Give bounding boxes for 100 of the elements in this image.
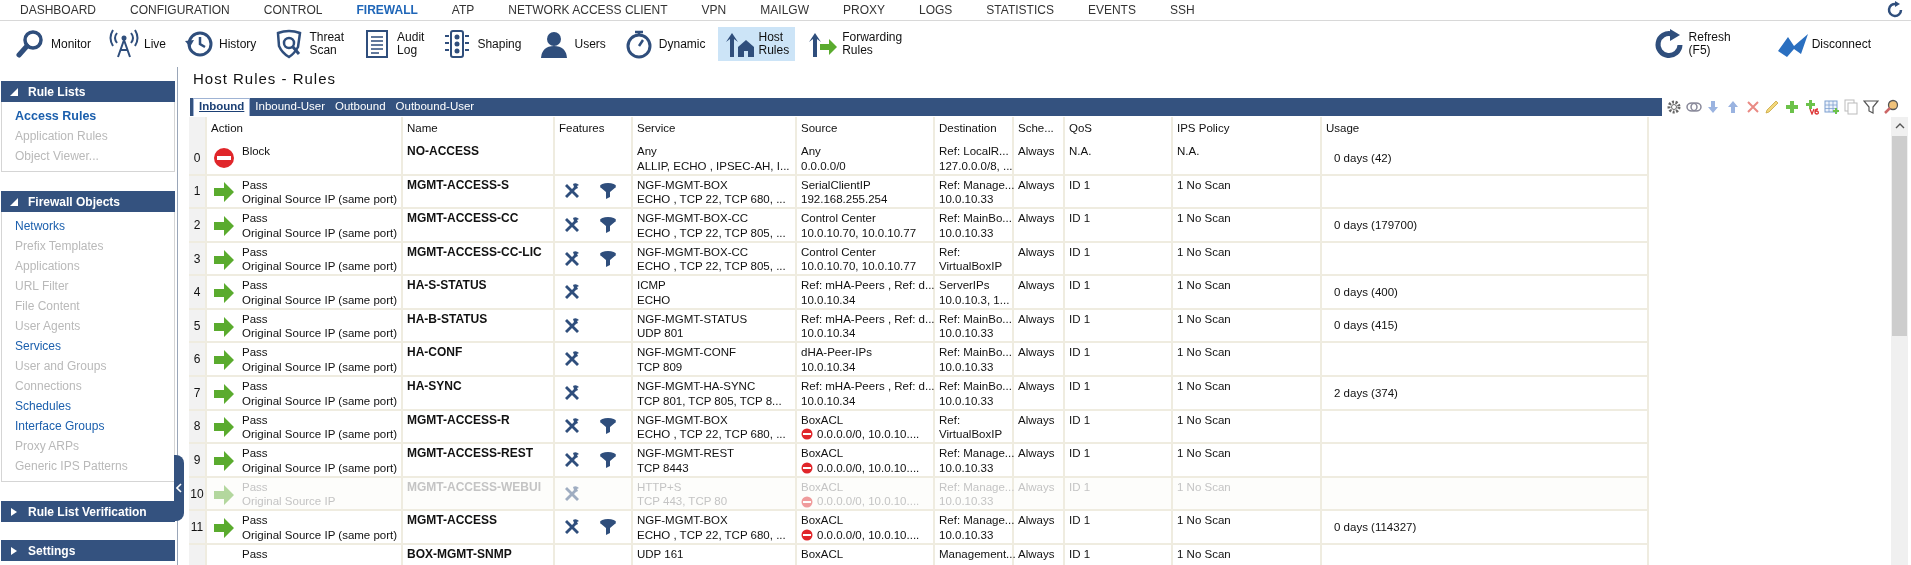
toolbar-button[interactable]: Threat Scan <box>268 27 351 61</box>
nav-tab[interactable]: STATISTICS <box>986 3 1054 17</box>
section-header[interactable]: Rule Lists <box>1 81 175 102</box>
source-text: BoxACL <box>801 412 845 428</box>
sidebar-item[interactable]: Services <box>15 336 174 356</box>
table-row[interactable]: Pass BOX-MGMT-SNMP UDP 161 BoxACL Management... Always ID 1 1 No Scan <box>189 544 1649 565</box>
section-header[interactable]: Settings <box>1 540 175 561</box>
delete-icon <box>1744 99 1761 115</box>
qos-text: ID 1 <box>1069 311 1092 327</box>
rule-name: MGMT-ACCESS-R <box>407 412 511 428</box>
tab[interactable]: Outbound <box>330 99 391 116</box>
destination-text: Ref: MainBo... <box>939 311 1012 327</box>
arrow-right-icon <box>213 247 235 272</box>
ips-policy-text: 1 No Scan <box>1177 379 1232 394</box>
table-row[interactable]: 4 Pass Original Source IP (same port) HA-S-STATUS ICMP ECHO Ref: mHA-Peers , Ref: d... 10.0.10.34 ServerIPs 10.0.10.3, 1... Always ID 1 1 No Scan 0 days (400) <box>189 276 1649 310</box>
toolbar-button[interactable]: Forwarding Rules <box>801 27 909 61</box>
nat-label: Original Source IP (same port) <box>242 359 398 375</box>
toolbar-button[interactable]: Audit Log <box>356 27 431 61</box>
source-text: 0.0.0.0/0, 10.0.10.... <box>817 427 920 442</box>
ips-policy-text: 1 No Scan <box>1177 211 1232 226</box>
nav-tab[interactable]: ATP <box>451 3 475 17</box>
source-text: 10.0.10.34 <box>801 326 857 341</box>
row-header[interactable]: 3 <box>189 242 207 275</box>
destination-text: Ref: LocalR... <box>939 144 1010 159</box>
rule-name: HA-SYNC <box>407 379 463 394</box>
row-header[interactable]: 0 <box>189 142 207 174</box>
table-row[interactable]: 11 Pass Original Source IP (same port) MGMT-ACCESS NGF-MGMT-BOX ECHO , TCP 22, TCP 680, ... BoxACL 0.0.0.0/0, 10.0.10.... Ref: Manage... 10.0.10.33 Always ID 1 1 No Scan 0 days (114327) <box>189 511 1649 545</box>
row-header[interactable]: 2 <box>189 209 207 241</box>
row-header[interactable]: 7 <box>189 377 207 409</box>
service-text: NGF-MGMT-HA-SYNC <box>637 379 757 394</box>
nat-label: Original Source IP (same port) <box>242 292 398 308</box>
service-text: NGF-MGMT-BOX-CC <box>637 211 750 226</box>
toolbar-button[interactable]: Users <box>533 27 612 61</box>
tab[interactable]: Outbound-User <box>390 99 480 116</box>
table-row[interactable]: 2 Pass Original Source IP (same port) MGMT-ACCESS-CC NGF-MGMT-BOX-CC ECHO , TCP 22, TCP 805, ... Control Center 10.0.10.70, 10.0.10.77 Ref: MainBo... 10.0.10.33 Always ID 1 1 No Scan 0 days (179700) <box>189 209 1649 243</box>
nav-tab[interactable]: MAILGW <box>760 3 809 17</box>
ips-policy-text: 1 No Scan <box>1177 177 1232 193</box>
table-row[interactable]: 3 Pass Original Source IP (same port) MGMT-ACCESS-CC-LIC NGF-MGMT-BOX-CC ECHO , TCP 22, TCP 805, ... Control Center 10.0.10.70, 10.0.10.77 Ref: VirtualBoxIP Always ID 1 1 No Scan <box>189 242 1649 277</box>
nav-tab[interactable]: LOGS <box>919 3 953 17</box>
toolbar-button[interactable]: History <box>178 27 263 61</box>
nav-tab[interactable]: PROXY <box>842 3 885 17</box>
toolbar-button[interactable]: Refresh (F5) <box>1647 27 1737 61</box>
toolbar-button[interactable]: Monitor <box>10 27 97 61</box>
rule-name: HA-S-STATUS <box>407 278 488 293</box>
row-header[interactable]: 9 <box>189 444 207 476</box>
destination-text: Ref: Manage... <box>939 177 1012 193</box>
row-header[interactable]: 4 <box>189 276 207 308</box>
nav-tab[interactable]: SSH <box>1169 3 1195 17</box>
gear-icon <box>1666 99 1682 115</box>
service-text: ALLIP, ECHO , IPSEC-AH, I... <box>637 158 791 173</box>
rule-name: BOX-MGMT-SNMP <box>407 546 513 562</box>
tab[interactable]: Inbound <box>193 98 251 116</box>
row-header[interactable]: 8 <box>189 410 207 443</box>
nav-tab[interactable]: DASHBOARD <box>20 3 96 17</box>
schedule-text: Always <box>1018 546 1056 562</box>
table-row[interactable]: 5 Pass Original Source IP (same port) HA-B-STATUS NGF-MGMT-STATUS UDP 801 Ref: mHA-Peers , Ref: d... 10.0.10.34 Ref: MainBo... 10.0.10.33 Always ID 1 1 No Scan 0 days (415) <box>189 309 1649 344</box>
nav-tab[interactable]: NETWORK ACCESS CLIENT <box>508 3 668 17</box>
tab[interactable]: Inbound-User <box>250 99 331 116</box>
collapse-handle[interactable] <box>174 455 184 521</box>
table-row[interactable]: 7 Pass Original Source IP (same port) HA-SYNC NGF-MGMT-HA-SYNC TCP 801, TCP 805, TCP 8... Ref: mHA-Peers , Ref: d... 10.0.10.34 Ref: MainBo... 10.0.10.33 Always ID 1 1 No Scan 2 days (374) <box>189 377 1649 411</box>
destination-text: 10.0.10.33 <box>939 359 995 375</box>
row-header[interactable]: 11 <box>189 511 207 543</box>
ips-policy-text: 1 No Scan <box>1177 345 1232 360</box>
nav-tab[interactable]: CONFIGURATION <box>130 3 230 17</box>
chevron-left-icon <box>176 483 182 493</box>
sidebar-item[interactable]: Networks <box>15 216 174 236</box>
arrow-right-icon <box>213 281 235 306</box>
toolbar-button[interactable]: Dynamic <box>617 27 712 61</box>
nav-tab[interactable]: FIREWALL <box>356 3 418 17</box>
table-row[interactable]: 8 Pass Original Source IP (same port) MGMT-ACCESS-R NGF-MGMT-BOX ECHO , TCP 22, TCP 680, ... BoxACL 0.0.0.0/0, 10.0.10.... Ref: VirtualBoxIP Always ID 1 1 No Scan <box>189 410 1649 445</box>
source-text: BoxACL <box>801 546 845 562</box>
nav-tab[interactable]: EVENTS <box>1087 3 1136 17</box>
table-row[interactable]: 6 Pass Original Source IP (same port) HA-CONF NGF-MGMT-CONF TCP 809 dHA-Peer-IPs 10.0.10.34 Ref: MainBo... 10.0.10.33 Always ID 1 1 No Scan <box>189 343 1649 378</box>
toolbar-button[interactable]: Live <box>103 27 173 61</box>
row-header[interactable]: 5 <box>189 309 207 342</box>
section-header[interactable]: Firewall Objects <box>1 191 175 212</box>
nat-label: Original Source IP (same port) <box>242 259 398 274</box>
action-label: Block <box>242 144 271 159</box>
table-row[interactable]: 1 Pass Original Source IP (same port) MGMT-ACCESS-S NGF-MGMT-BOX ECHO , TCP 22, TCP 680, ... SerialClientIP 192.168.255.254 Ref: Manage... 10.0.10.33 Always ID 1 1 No Scan <box>189 175 1649 210</box>
toolbar-button[interactable]: Disconnect <box>1770 27 1877 61</box>
row-header[interactable]: 1 <box>189 175 207 208</box>
rule-name: HA-B-STATUS <box>407 311 489 327</box>
sidebar-item[interactable]: Access Rules <box>15 106 174 126</box>
section-header[interactable]: Rule List Verification <box>1 501 175 522</box>
scroll-thumb[interactable] <box>1892 136 1907 336</box>
nav-tab[interactable]: VPN <box>701 3 727 17</box>
row-header[interactable] <box>189 544 207 565</box>
schedule-text: Always <box>1018 244 1056 260</box>
service-text: NGF-MGMT-BOX <box>637 177 729 193</box>
destination-text: Ref: MainBo... <box>939 379 1012 394</box>
toolbar-button[interactable]: Host Rules <box>717 27 796 61</box>
table-row[interactable]: 0 Block NO-ACCESS Any ALLIP, ECHO , IPSEC-AH, I... Any 0.0.0.0/0 Ref: LocalR... 127.0.0.0/8, ... Always N.A. N.A. 0 days (42) <box>189 142 1649 176</box>
row-header[interactable]: 6 <box>189 343 207 376</box>
sidebar-item[interactable]: Schedules <box>15 396 174 416</box>
qos-text: ID 1 <box>1069 211 1092 226</box>
toolbar-button[interactable]: Shaping <box>436 27 528 61</box>
scrollbar[interactable] <box>1891 117 1908 565</box>
nav-tab[interactable]: CONTROL <box>263 3 323 17</box>
sidebar-item[interactable]: Interface Groups <box>15 416 174 436</box>
service-text: NGF-MGMT-CONF <box>637 345 737 360</box>
